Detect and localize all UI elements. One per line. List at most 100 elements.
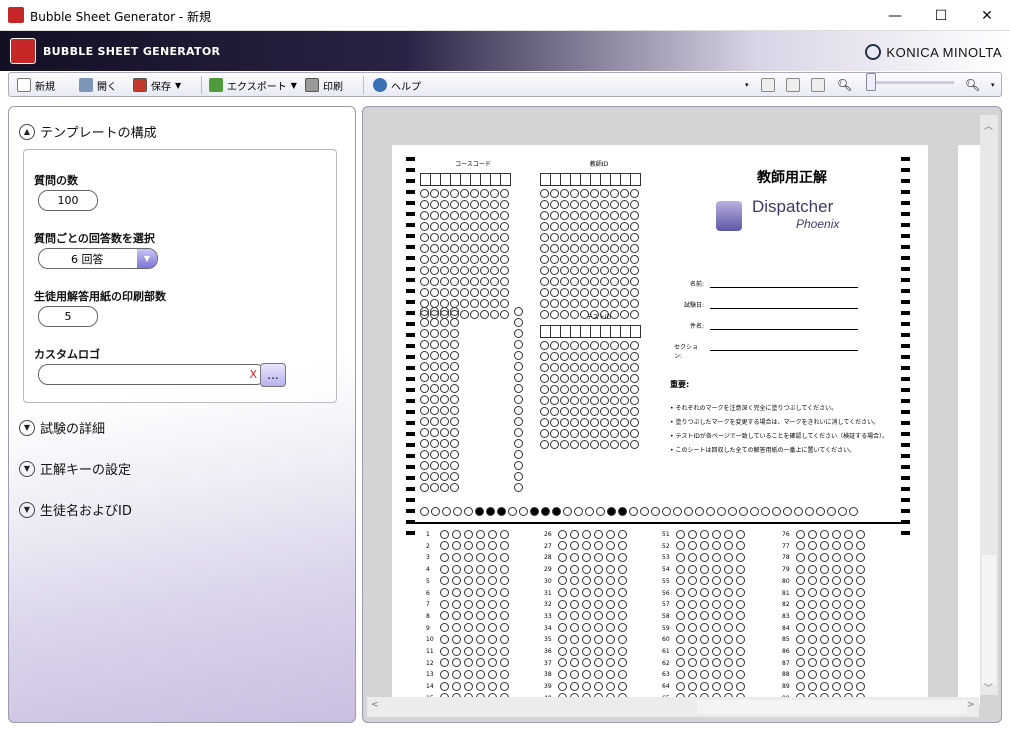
bubble[interactable] (450, 244, 459, 253)
bubble[interactable] (550, 222, 559, 231)
answer-bubble[interactable] (856, 576, 865, 586)
answer-bubble[interactable] (700, 669, 709, 679)
bubble[interactable] (450, 288, 459, 297)
answer-bubble[interactable] (464, 646, 473, 656)
bubble[interactable] (450, 373, 459, 382)
bubble[interactable] (440, 395, 449, 404)
bubble[interactable] (514, 329, 523, 338)
bubble[interactable] (580, 440, 589, 449)
bubble[interactable] (540, 266, 549, 275)
answer-key-section-header[interactable]: ▼ 正解キーの設定 (19, 459, 131, 478)
bubble[interactable] (450, 351, 459, 360)
answer-bubble[interactable] (594, 611, 603, 621)
answer-bubble[interactable] (712, 552, 721, 562)
answer-bubble[interactable] (558, 658, 567, 668)
answer-bubble[interactable] (500, 599, 509, 609)
answer-bubble[interactable] (464, 529, 473, 539)
answer-bubble[interactable] (832, 588, 841, 597)
bubble[interactable] (450, 266, 459, 275)
bubble[interactable] (560, 341, 569, 350)
answer-bubble[interactable] (820, 681, 829, 691)
answer-bubble[interactable] (724, 599, 733, 609)
bubble[interactable] (540, 352, 549, 361)
bubble[interactable] (580, 299, 589, 308)
answer-bubble[interactable] (606, 541, 615, 551)
answer-bubble[interactable] (452, 646, 461, 656)
answer-bubble[interactable] (736, 564, 745, 574)
bubble[interactable] (620, 244, 629, 253)
answer-bubble[interactable] (808, 541, 817, 551)
answer-bubble[interactable] (832, 552, 841, 562)
answer-bubble[interactable] (618, 681, 627, 691)
bubble[interactable] (570, 440, 579, 449)
answer-bubble[interactable] (606, 634, 615, 644)
answer-bubble[interactable] (700, 564, 709, 574)
answer-bubble[interactable] (476, 576, 485, 586)
bubble[interactable] (550, 244, 559, 253)
answer-bubble[interactable] (844, 564, 853, 574)
bubble[interactable] (514, 340, 523, 349)
answer-bubble[interactable] (796, 541, 805, 551)
bubble[interactable] (590, 429, 599, 438)
bubble[interactable] (630, 222, 639, 231)
bubble[interactable] (560, 200, 569, 209)
bubble[interactable] (470, 277, 479, 286)
bubble[interactable] (630, 233, 639, 242)
bubble[interactable] (420, 318, 429, 327)
answer-bubble[interactable] (808, 681, 817, 691)
answer-bubble[interactable] (676, 623, 685, 633)
bubble[interactable] (420, 483, 429, 492)
bubble[interactable] (590, 352, 599, 361)
answer-bubble[interactable] (796, 611, 805, 621)
answer-bubble[interactable] (452, 681, 461, 691)
bubble[interactable] (600, 440, 609, 449)
answer-bubble[interactable] (440, 634, 449, 644)
answer-bubble[interactable] (476, 658, 485, 668)
answer-bubble[interactable] (844, 611, 853, 621)
answer-bubble[interactable] (820, 529, 829, 539)
bubble[interactable] (480, 244, 489, 253)
answer-bubble[interactable] (688, 658, 697, 668)
bubble[interactable] (580, 288, 589, 297)
answer-bubble[interactable] (452, 576, 461, 586)
bubble[interactable] (620, 363, 629, 372)
answer-bubble[interactable] (712, 681, 721, 691)
bubble[interactable] (450, 395, 459, 404)
bubble[interactable] (580, 385, 589, 394)
answer-bubble[interactable] (618, 623, 627, 633)
bubble[interactable] (610, 255, 619, 264)
bubble[interactable] (514, 318, 523, 327)
answer-bubble[interactable] (676, 564, 685, 574)
bubble[interactable] (550, 407, 559, 416)
bubble[interactable] (630, 396, 639, 405)
bubble[interactable] (540, 440, 549, 449)
bubble[interactable] (440, 222, 449, 231)
bubble[interactable] (590, 255, 599, 264)
answer-bubble[interactable] (820, 541, 829, 551)
bubble[interactable] (560, 374, 569, 383)
bubble[interactable] (430, 244, 439, 253)
bubble[interactable] (600, 222, 609, 231)
new-button[interactable]: 新規 (17, 77, 55, 93)
bubble[interactable] (440, 277, 449, 286)
bubble[interactable] (630, 385, 639, 394)
answer-bubble[interactable] (832, 623, 841, 633)
bubble[interactable] (450, 461, 459, 470)
bubble[interactable] (580, 341, 589, 350)
bubble[interactable] (570, 189, 579, 198)
answer-bubble[interactable] (736, 576, 745, 586)
answer-bubble[interactable] (488, 599, 497, 609)
bubble[interactable] (480, 266, 489, 275)
bubble[interactable] (570, 396, 579, 405)
bubble[interactable] (620, 255, 629, 264)
answer-bubble[interactable] (570, 669, 579, 679)
answer-bubble[interactable] (440, 681, 449, 691)
bubble[interactable] (570, 429, 579, 438)
bubble[interactable] (620, 396, 629, 405)
answer-bubble[interactable] (582, 588, 591, 597)
answer-bubble[interactable] (856, 588, 865, 597)
bubble[interactable] (570, 374, 579, 383)
exam-details-section-header[interactable]: ▼ 試験の詳細 (19, 418, 105, 437)
bubble[interactable] (590, 407, 599, 416)
answer-bubble[interactable] (724, 529, 733, 539)
